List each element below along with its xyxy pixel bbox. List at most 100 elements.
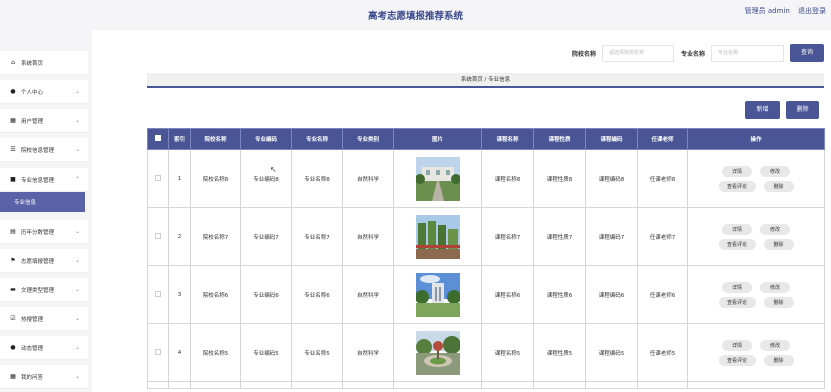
major-name-input[interactable]: 专业名称 [711,45,784,62]
column-header: 课程编码 [585,128,638,150]
column-header: 索引 [168,128,191,150]
sidebar-item-10[interactable]: ▦ 我的问答 ⌄ [0,365,88,389]
sidebar-item-7[interactable]: ▬ 文理类型管理 ⌄ [0,278,88,302]
flag-icon: ⚑ [10,256,16,264]
school-name-select[interactable]: 请选择院校名称 [602,45,674,62]
sidebar-item-6[interactable]: ⚑ 志愿填报管理 ⌄ [0,249,88,273]
grid-icon: ▦ [10,372,16,380]
cell-school: 院校名称7 [190,207,241,266]
delete-button[interactable]: 删除 [763,354,794,366]
select-all-checkbox[interactable] [155,135,161,141]
view-comments-button[interactable]: 查看评论 [718,296,756,308]
table-cell [637,381,688,389]
checkbox-icon: ☑ [10,314,16,322]
table-cell [393,381,482,389]
table-cell [342,381,394,389]
current-user-label: 管理员 admin [744,7,790,15]
table-row[interactable]: 2 院校名称7 专业编码7 专业名称7 自然科学 课程名称7 课程性质7 课程编码7 任课老师7… [147,207,825,266]
person-icon: ● [10,343,16,351]
table-cell [533,381,586,389]
view-comments-button[interactable]: 查看评论 [718,180,756,192]
detail-button[interactable]: 详情 [722,223,752,235]
column-header: 图片 [393,128,482,150]
sidebar-item-label: 志愿填报管理 [21,258,55,265]
sidebar-item-label: 系统首页 [21,60,44,67]
lock-icon: ■ [10,175,16,183]
detail-button[interactable]: 详情 [722,339,752,351]
edit-button[interactable]: 修改 [760,339,790,351]
sidebar-item-5[interactable]: ▤ 历年分数管理 ⌄ [0,220,88,244]
cell-operations: 详情 修改 查看评论 删除 [687,207,825,266]
campus-photo-thumb [415,272,460,317]
row-checkbox[interactable] [155,174,161,181]
cell-category: 自然科学 [342,207,394,266]
sidebar-subitem-major-info[interactable]: 专业信息 [0,192,85,212]
major-name-label: 专业名称 [681,51,706,58]
campus-photo-thumb [415,214,460,259]
search-button[interactable]: 查询 [790,44,824,62]
campus-photo-thumb [415,330,460,375]
chevron-down-icon: ⌄ [74,373,80,380]
row-select-cell[interactable] [147,207,169,266]
sidebar-item-3[interactable]: ☰ 院校信息管理 ⌄ [0,138,88,162]
sidebar-item-1[interactable]: ● 个人中心 ⌄ [0,80,88,104]
add-button[interactable]: 新增 [745,101,780,119]
cell-nature: 课程性质6 [533,265,586,324]
sidebar-item-label: 专业信息管理 [21,177,55,184]
row-checkbox[interactable] [155,348,161,355]
sidebar-item-4[interactable]: ■ 专业信息管理 ⌃ [0,168,88,192]
home-icon: ⌂ [11,58,15,66]
row-select-cell[interactable] [147,265,169,324]
row-checkbox[interactable] [155,232,161,239]
sidebar-item-label: 文理类型管理 [21,287,55,294]
table-cell [481,381,534,389]
edit-button[interactable]: 修改 [760,165,790,177]
delete-button[interactable]: 删除 [763,238,794,250]
table-row[interactable]: 4 院校名称5 专业编码5 专业名称5 自然科学 课程名称5 课程性质5 课程编码5 任课老师5… [147,323,825,382]
cell-school: 院校名称6 [190,265,241,324]
edit-button[interactable]: 修改 [760,281,790,293]
row-checkbox[interactable] [155,290,161,297]
delete-button[interactable]: 删除 [763,296,794,308]
cell-code: 专业编码5 [240,323,292,382]
sidebar-item-9[interactable]: ● 动态管理 ⌄ [0,336,88,360]
sidebar-item-2[interactable]: ▦ 用户管理 ⌄ [0,109,88,133]
delete-button[interactable]: 删除 [763,180,794,192]
row-select-cell[interactable] [147,323,169,382]
sidebar-item-label: 个人中心 [21,89,44,96]
cell-course: 课程名称6 [481,265,534,324]
cell-teacher: 任课老师7 [637,207,688,266]
sidebar-item-label: 我的问答 [21,374,44,381]
edit-button[interactable]: 修改 [760,223,790,235]
row-select-cell[interactable] [147,149,169,208]
chevron-down-icon: ⌄ [74,117,80,124]
cell-name: 专业名称7 [291,207,343,266]
column-header: 专业编码 [240,128,292,150]
table-cell [147,381,169,389]
batch-delete-button[interactable]: 删除 [786,101,819,119]
major-info-table: 索引 院校名称 专业编码 专业名称 专业类别 图片 课程名称 课程性质 课程编码 任课老师 操作 1… [147,128,825,389]
cell-course: 课程名称7 [481,207,534,266]
table-row[interactable]: 3 院校名称6 专业编码6 专业名称6 自然科学 课程名称6 课程性质6 课程编码6 任课老师6… [147,265,825,324]
grid-icon: ▦ [10,116,16,124]
chevron-down-icon: ⌄ [74,257,80,264]
app-title: 高考志愿填报推荐系统 [367,11,463,22]
detail-button[interactable]: 详情 [722,281,752,293]
cell-course_code: 课程编码7 [585,207,638,266]
select-all-header[interactable] [147,128,169,150]
cell-school: 院校名称5 [190,323,241,382]
table-row[interactable]: 1 院校名称8 专业编码8 专业名称8 自然科学 课程名称8 课程性质8 课程编码8 任课老师8… [147,149,825,208]
sidebar-item-0[interactable]: ⌂ 系统首页 [0,51,88,75]
top-header: 高考志愿填报推荐系统 管理员 admin 退出登录 [0,0,831,30]
chevron-down-icon: ⌄ [74,344,80,351]
logout-link[interactable]: 退出登录 [798,7,826,15]
view-comments-button[interactable]: 查看评论 [718,354,756,366]
chevron-down-icon: ⌄ [74,315,80,322]
sidebar-item-8[interactable]: ☑ 热搜管理 ⌄ [0,307,88,331]
cell-name: 专业名称8 [291,149,343,208]
view-comments-button[interactable]: 查看评论 [718,238,756,250]
table-row[interactable] [147,381,825,389]
detail-button[interactable]: 详情 [722,165,752,177]
table-header-row: 索引 院校名称 专业编码 专业名称 专业类别 图片 课程名称 课程性质 课程编码 任课老师 操作 [147,128,825,150]
sidebar-item-label: 热搜管理 [21,316,44,323]
